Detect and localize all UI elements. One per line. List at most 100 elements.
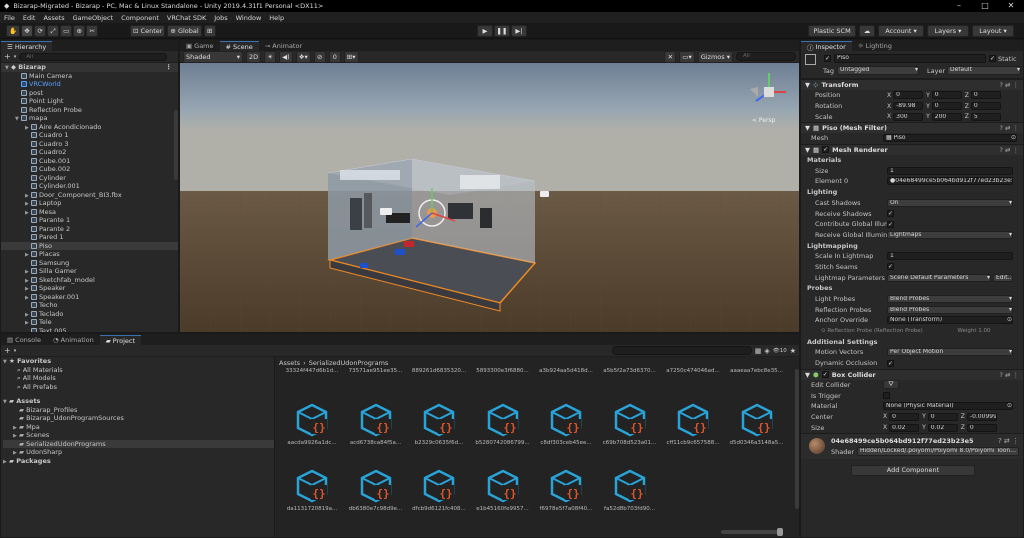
hierarchy-row[interactable]: Main Camera [1,72,178,81]
rotation-x[interactable]: -89.98 [893,102,924,111]
hierarchy-row[interactable]: post [1,89,178,98]
scale-y[interactable]: 200 [931,112,962,121]
hierarchy-row[interactable]: Cuadro 3 [1,140,178,149]
hand-tool-icon[interactable]: ✋ [6,25,21,37]
motion-vectors-dropdown[interactable]: Per Object Motion ▾ [887,348,1013,357]
asset-item[interactable]: {} d5d0346a3148a5... [726,402,788,446]
hierarchy-row[interactable]: ▶ Silla Gamer [1,267,178,276]
hidden-objects-icon[interactable]: ⊘ [313,50,326,63]
lighting-foldout[interactable]: Lighting [807,188,837,196]
menu-gameobject[interactable]: GameObject [73,14,114,22]
lighting-toggle-icon[interactable]: ☀ [264,50,277,63]
asset-item[interactable]: aaaeaa7ebc8e35... [726,368,788,374]
effects-dropdown-icon[interactable]: ❖▾ [295,50,311,63]
transform-tool-icon[interactable]: ⊕ [73,25,86,37]
layer-visibility-counter[interactable]: 0 [328,50,341,63]
scene-root-row[interactable]: ▼ ◆ Bizarap ⋮ [1,63,178,72]
rotation-y[interactable]: 0 [931,102,962,111]
orientation-gizmo[interactable] [746,69,792,115]
is-trigger-checkbox[interactable] [883,392,890,400]
asset-item[interactable]: {} da1131720819a... [281,468,343,512]
rect-tool-icon[interactable]: ▭ [60,25,73,37]
persp-label[interactable]: < Persp [752,117,775,124]
center-x[interactable]: 0 [889,412,920,421]
asset-item[interactable]: 73571ae951ee35... [345,368,407,374]
minimize-button[interactable]: – [946,0,972,12]
menu-file[interactable]: File [4,14,15,22]
asset-item[interactable]: {} e1b45160fe9957... [472,468,534,512]
scene-viewport[interactable]: < Persp [180,63,799,332]
scale-x[interactable]: 300 [893,112,924,121]
tab-inspector[interactable]: ⓘ Inspector [801,41,852,52]
tab-animation[interactable]: ◔ Animation [47,335,100,345]
scene-grid-icon[interactable]: ⊞▾ [343,50,359,63]
scale-lightmap-field[interactable]: 1 [887,252,1013,261]
hierarchy-row[interactable]: Cylinder.001 [1,182,178,191]
tab-project[interactable]: ▰ Project [99,335,142,345]
asset-item[interactable]: 33324f447d6b1d... [281,368,343,374]
hierarchy-search-input[interactable]: All [19,52,168,61]
hierarchy-row[interactable]: Point Light [1,97,178,106]
anchor-override-field[interactable]: None (Transform) ⊙ [887,316,1013,325]
hierarchy-row[interactable]: ▶ Teclado [1,310,178,319]
hierarchy-row[interactable]: ▶ Mesa [1,208,178,217]
material-element-field[interactable]: ●04e68499ce5b064bd912f77ed23b23e5 [887,177,1013,186]
tab-hierarchy[interactable]: ☰ Hierarchy [1,41,53,51]
stitch-seams-checkbox[interactable]: ✓ [887,263,894,271]
tab-animator[interactable]: ⊸ Animator [259,41,308,51]
camera-settings-icon[interactable]: ▭▾ [679,50,695,63]
hierarchy-row[interactable]: Reflection Probe [1,106,178,115]
account-dropdown[interactable]: Account ▾ [878,25,924,37]
project-search-input[interactable] [611,346,752,355]
hierarchy-row[interactable]: Techo [1,301,178,310]
material-menu-icon[interactable]: ? ⇄ ⋮ [998,437,1019,445]
scene-search-input[interactable]: All [736,52,796,61]
additional-settings-foldout[interactable]: Additional Settings [807,338,878,346]
mesh-filter-header[interactable]: ▼ ▦ Piso (Mesh Filter)? ⇄ ⋮ [801,122,1023,134]
zoom-slider[interactable] [721,528,783,536]
hierarchy-row[interactable]: Cylinder [1,174,178,183]
scale-tool-icon[interactable]: ⤢ [47,25,60,37]
hierarchy-scrollbar[interactable] [174,110,178,180]
tab-console[interactable]: ▤ Console [1,335,47,345]
box-collider-header[interactable]: ▼ ⬢ ✓ Box Collider? ⇄ ⋮ [801,368,1023,380]
shading-dropdown[interactable]: Shaded ▾ [183,50,243,63]
menu-vrchat-sdk[interactable]: VRChat SDK [167,14,206,22]
tab-lighting[interactable]: ☼ Lighting [852,41,898,51]
favorites-row[interactable]: ▼ ★ Favorites [3,357,274,366]
position-y[interactable]: 0 [931,91,962,100]
material-section[interactable]: 04e68499ce5b064bd912f77ed23b23e5 ? ⇄ ⋮ S… [801,432,1023,459]
reflection-probes-dropdown[interactable]: Blend Probes ▾ [887,305,1013,314]
hierarchy-row[interactable]: Parante 1 [1,216,178,225]
edit-collider-button[interactable]: ⛛ [883,380,899,390]
grid-snap-button[interactable]: ⊞ [203,25,216,37]
favorite-item[interactable]: ⌕ All Prefabs [3,383,274,392]
asset-item[interactable]: {} db6380e7c98d9e... [345,468,407,512]
position-z[interactable]: 0 [970,91,1001,100]
folder-row[interactable]: ▰ Bizarap_Profiles [3,406,274,415]
tools-icon[interactable]: ✕ [664,50,677,63]
asset-item[interactable]: {} f6978e5f7a08f40... [535,468,597,512]
2d-toggle[interactable]: 2D [246,50,262,63]
custom-tool-icon[interactable]: ✂ [86,25,99,37]
receive-gi-dropdown[interactable]: Lightmaps ▾ [887,230,1013,239]
plastic-scm-button[interactable]: Plastic SCM [808,25,856,37]
lightmapping-foldout[interactable]: Lightmapping [807,242,858,250]
pivot-global-button[interactable]: ⊕ Global [167,25,202,37]
asset-item[interactable]: {} fa52d8b703fd90... [599,468,661,512]
probes-foldout[interactable]: Probes [807,284,832,292]
menu-jobs[interactable]: Jobs [214,14,227,22]
hierarchy-row[interactable]: ▶ Door_Component_BI3.fbx [1,191,178,200]
tag-dropdown[interactable]: Untagged ▾ [837,66,919,75]
static-checkbox[interactable]: ✓ [989,55,996,62]
folder-row[interactable]: ▶ ▰ UdonSharp [3,448,274,457]
asset-item[interactable]: {} b5280742086799... [472,402,534,446]
asset-item[interactable]: {} cff11cb9c657588... [662,402,724,446]
materials-size-field[interactable]: 1 [887,166,1013,175]
assets-row[interactable]: ▼ ▰ Assets [3,397,274,406]
hierarchy-row[interactable]: ▶ Laptop [1,199,178,208]
hierarchy-row[interactable]: Parante 2 [1,225,178,234]
hierarchy-row[interactable]: ▶ Aire Acondicionado [1,123,178,132]
create-asset-button[interactable]: + [4,346,11,355]
hierarchy-row[interactable]: ▼ mapa [1,114,178,123]
